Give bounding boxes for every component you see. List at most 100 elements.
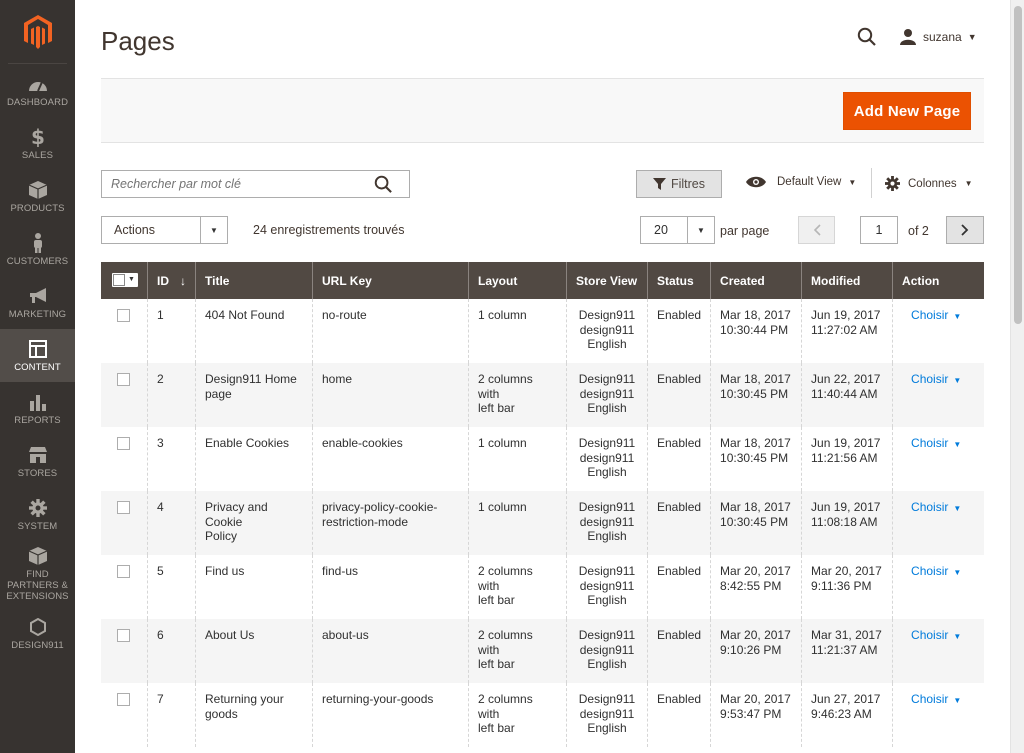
cell-id: 5	[147, 555, 196, 619]
cell-text: English	[587, 529, 627, 543]
row-checkbox[interactable]	[117, 629, 130, 642]
sidebar-item-system[interactable]: SYSTEM	[0, 488, 75, 541]
row-checkbox[interactable]	[117, 501, 130, 514]
box-icon	[28, 180, 47, 200]
cell-text: Design911	[578, 308, 636, 322]
column-header-modified[interactable]: Modified	[801, 262, 893, 299]
sidebar-item-marketing[interactable]: MARKETING	[0, 276, 75, 329]
column-header-id[interactable]: ID ↓	[147, 262, 196, 299]
cell-text: 2 columns with	[478, 628, 533, 657]
cell-id: 1	[147, 299, 196, 363]
sidebar-item-label: STORES	[17, 467, 58, 479]
search-icon[interactable]	[374, 175, 393, 199]
admin-sidebar: DASHBOARD $ SALES PRODUCTS CUSTOMERS MARKETIN…	[0, 0, 75, 753]
table-row[interactable]: 3 Enable Cookies enable-cookies 1 column Des…	[101, 427, 984, 491]
cell-title: Privacy and Cookie Policy	[195, 491, 313, 555]
previous-page-button[interactable]	[798, 216, 835, 244]
filters-button[interactable]: Filtres	[636, 170, 722, 198]
cell-created: Mar 18, 2017 10:30:45 PM	[710, 427, 802, 491]
chevron-right-icon	[961, 224, 969, 236]
table-row[interactable]: 7 Returning your goods returning-your-goods…	[101, 683, 984, 747]
cell-text: Design911 Home	[205, 372, 297, 386]
table-row[interactable]: 6 About Us about-us 2 columns with left bar D…	[101, 619, 984, 683]
user-menu[interactable]: suzana ▼	[900, 28, 977, 45]
column-header-created[interactable]: Created	[710, 262, 802, 299]
row-checkbox[interactable]	[117, 373, 130, 386]
cell-title: Enable Cookies	[195, 427, 313, 491]
mass-select-header[interactable]: ▼	[101, 262, 148, 299]
sidebar-item-label: FIND PARTNERS & EXTENSIONS	[6, 569, 69, 602]
cell-created: Mar 20, 2017 9:53:47 PM	[710, 683, 802, 747]
cell-text: enable-cookies	[322, 436, 403, 450]
table-row[interactable]: 1 404 Not Found no-route 1 column Design911 d…	[101, 299, 984, 363]
column-header-store-view[interactable]: Store View	[566, 262, 648, 299]
row-select-cell	[101, 363, 148, 427]
columns-control[interactable]: Colonnes ▼	[885, 176, 973, 191]
sidebar-item-find-partners-extensions[interactable]: FIND PARTNERS & EXTENSIONS	[0, 541, 75, 607]
cell-status: Enabled	[646, 299, 711, 363]
row-checkbox[interactable]	[117, 693, 130, 706]
cell-text: Mar 18, 2017	[720, 436, 791, 450]
sidebar-item-products[interactable]: PRODUCTS	[0, 170, 75, 223]
row-action-dropdown[interactable]: Choisir ▼	[902, 564, 961, 578]
row-checkbox[interactable]	[117, 437, 130, 450]
scrollbar-thumb[interactable]	[1014, 6, 1022, 324]
cell-text: 9:10:26 PM	[720, 642, 782, 657]
magento-logo[interactable]	[8, 0, 67, 64]
row-action-dropdown[interactable]: Choisir ▼	[902, 500, 961, 514]
row-action-label: Choisir	[911, 500, 949, 514]
page-actions-bar: Add New Page	[101, 78, 984, 143]
column-header-url-key[interactable]: URL Key	[312, 262, 469, 299]
row-checkbox[interactable]	[117, 565, 130, 578]
sidebar-item-content[interactable]: CONTENT	[0, 329, 75, 382]
cell-status: Enabled	[646, 683, 711, 747]
row-action-dropdown[interactable]: Choisir ▼	[902, 628, 961, 642]
cell-action: Choisir ▼	[892, 427, 984, 491]
sidebar-item-sales[interactable]: $ SALES	[0, 117, 75, 170]
sidebar-item-stores[interactable]: STORES	[0, 435, 75, 488]
mass-select-checkbox[interactable]: ▼	[112, 272, 138, 287]
column-header-layout[interactable]: Layout	[468, 262, 567, 299]
cell-modified: Jun 19, 2017 11:08:18 AM	[801, 491, 893, 555]
cell-id: 4	[147, 491, 196, 555]
sidebar-item-customers[interactable]: CUSTOMERS	[0, 223, 75, 276]
table-row[interactable]: 2 Design911 Home page home 2 columns with lef…	[101, 363, 984, 427]
next-page-button[interactable]	[946, 216, 984, 244]
cell-id: 3	[147, 427, 196, 491]
add-new-page-button[interactable]: Add New Page	[843, 92, 971, 130]
dashboard-icon	[28, 74, 48, 94]
keyword-search-input[interactable]	[102, 171, 362, 197]
row-checkbox[interactable]	[117, 309, 130, 322]
sidebar-item-reports[interactable]: REPORTS	[0, 382, 75, 435]
row-action-dropdown[interactable]: Choisir ▼	[902, 372, 961, 386]
column-header-status[interactable]: Status	[646, 262, 711, 299]
mass-actions-select[interactable]: Actions ▼	[101, 216, 228, 244]
cell-store-view: Design911 design911 English	[566, 363, 648, 427]
grid-header-row: ▼ ID ↓ Title URL Key Layout Store View St…	[101, 262, 984, 299]
cell-text: About Us	[205, 628, 255, 642]
row-action-dropdown[interactable]: Choisir ▼	[902, 436, 961, 450]
page-scrollbar[interactable]	[1010, 0, 1024, 753]
chevron-left-icon	[813, 224, 821, 236]
layout-icon	[28, 339, 47, 359]
cell-text: left bar	[478, 401, 515, 415]
cell-text: Jun 19, 2017	[811, 308, 881, 322]
sidebar-item-dashboard[interactable]: DASHBOARD	[0, 64, 75, 117]
per-page-select[interactable]: 20 ▼	[640, 216, 715, 244]
current-page-input[interactable]: 1	[860, 216, 898, 244]
row-select-cell	[101, 299, 148, 363]
cell-store-view: Design911 design911 English	[566, 427, 648, 491]
table-row[interactable]: 5 Find us find-us 2 columns with left bar Des…	[101, 555, 984, 619]
cell-text: Mar 31, 2017	[811, 628, 882, 642]
sidebar-item-design911[interactable]: DESIGN911	[0, 607, 75, 660]
table-row[interactable]: 4 Privacy and Cookie Policy privacy-policy-…	[101, 491, 984, 555]
cell-layout: 2 columns with left bar	[468, 619, 567, 683]
per-page-value: 20	[654, 223, 668, 237]
row-action-dropdown[interactable]: Choisir ▼	[902, 308, 961, 322]
funnel-icon	[652, 178, 666, 190]
row-action-dropdown[interactable]: Choisir ▼	[902, 692, 961, 706]
column-header-title[interactable]: Title	[195, 262, 313, 299]
view-switcher[interactable]: Default View ▼	[746, 176, 856, 188]
global-search-icon[interactable]	[857, 27, 877, 52]
cell-text: English	[587, 593, 627, 607]
